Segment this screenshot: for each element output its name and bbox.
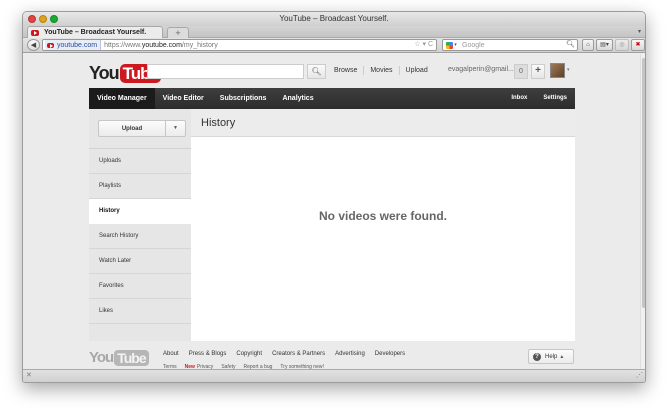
header-nav: Browse Movies Upload bbox=[334, 66, 428, 75]
youtube-favicon-icon bbox=[47, 42, 54, 48]
tab-video-manager[interactable]: Video Manager bbox=[89, 88, 155, 109]
youtube-search-button[interactable]: 🔍︎ bbox=[307, 64, 326, 79]
new-tab-button[interactable]: + bbox=[167, 27, 189, 38]
history-panel: History No videos were found. bbox=[191, 109, 575, 341]
home-button[interactable]: ⌂ bbox=[582, 39, 594, 51]
google-icon bbox=[446, 41, 454, 49]
tab-settings[interactable]: Settings bbox=[535, 88, 575, 109]
nav-browse-link[interactable]: Browse bbox=[334, 67, 357, 74]
plus-button[interactable]: + bbox=[531, 64, 545, 79]
browser-search-bar[interactable]: ▾ Google 🔍︎ bbox=[442, 39, 578, 51]
user-email[interactable]: evagalperin@gmail... bbox=[448, 66, 514, 73]
search-placeholder: Google bbox=[462, 41, 485, 49]
page-title: History bbox=[191, 109, 575, 137]
browser-window: YouTube – Broadcast Yourself. YouTube – … bbox=[22, 11, 646, 383]
footer-link-creators[interactable]: Creators & Partners bbox=[272, 351, 325, 357]
youtube-favicon-icon bbox=[31, 29, 39, 36]
chevron-down-icon[interactable]: ▼ bbox=[165, 121, 185, 136]
sidebar-item-likes[interactable]: Likes bbox=[89, 299, 191, 324]
notification-count[interactable]: 0 bbox=[514, 64, 528, 79]
title-bar: YouTube – Broadcast Yourself. bbox=[23, 12, 645, 26]
footer-link-copyright[interactable]: Copyright bbox=[236, 351, 262, 357]
footer-links: About Press & Blogs Copyright Creators &… bbox=[163, 351, 415, 357]
tab-label: YouTube – Broadcast Yourself. bbox=[44, 29, 147, 36]
upload-button[interactable]: Upload ▼ bbox=[98, 120, 186, 137]
url-bar[interactable]: youtube.com https://www.youtube.com/my_h… bbox=[42, 39, 437, 51]
tab-strip: YouTube – Broadcast Yourself. + ▾ bbox=[23, 26, 645, 38]
url-text: https://www.youtube.com/my_history bbox=[104, 41, 218, 49]
tab-list-icon[interactable]: ▾ bbox=[638, 28, 641, 35]
footer-link-press[interactable]: Press & Blogs bbox=[189, 351, 227, 357]
empty-state-message: No videos were found. bbox=[318, 209, 447, 223]
help-button[interactable]: ? Help ▲ bbox=[528, 349, 574, 364]
chevron-up-icon: ▲ bbox=[559, 353, 565, 360]
bookmarks-button[interactable]: ▤▾ bbox=[596, 39, 613, 51]
avatar[interactable] bbox=[550, 63, 565, 78]
search-engine-selector[interactable]: ▾ bbox=[443, 40, 460, 50]
youtube-search-input[interactable] bbox=[147, 64, 304, 79]
sidebar-item-history[interactable]: History bbox=[89, 199, 191, 224]
sidebar-item-playlists[interactable]: Playlists bbox=[89, 174, 191, 199]
help-icon: ? bbox=[533, 352, 541, 361]
video-manager-sidebar: Upload ▼ Uploads Playlists History Searc… bbox=[89, 109, 191, 341]
nav-movies-link[interactable]: Movies bbox=[370, 67, 392, 74]
footer: You Tube About Press & Blogs Copyright C… bbox=[23, 341, 640, 371]
tab-inbox[interactable]: Inbox bbox=[503, 88, 535, 109]
sidebar-item-search-history[interactable]: Search History bbox=[89, 224, 191, 249]
site-identity-button[interactable]: youtube.com bbox=[45, 40, 102, 50]
help-label: Help bbox=[545, 353, 558, 360]
scrollbar-thumb[interactable] bbox=[642, 58, 645, 308]
tab-analytics[interactable]: Analytics bbox=[274, 88, 321, 109]
chevron-down-icon[interactable]: ▾ bbox=[567, 67, 570, 73]
sidebar-item-uploads[interactable]: Uploads bbox=[89, 149, 191, 174]
nav-upload-link[interactable]: Upload bbox=[406, 67, 428, 74]
tab-subscriptions[interactable]: Subscriptions bbox=[212, 88, 275, 109]
footer-link-about[interactable]: About bbox=[163, 351, 179, 357]
site-identity-label: youtube.com bbox=[57, 41, 98, 49]
navigation-bar: ◀ youtube.com https://www.youtube.com/my… bbox=[23, 38, 645, 53]
back-button[interactable]: ◀ bbox=[27, 39, 40, 51]
tab-video-editor[interactable]: Video Editor bbox=[155, 88, 212, 109]
tab-youtube[interactable]: YouTube – Broadcast Yourself. bbox=[27, 26, 163, 38]
page-scrollbar[interactable] bbox=[640, 54, 645, 371]
account-nav-bar: Video Manager Video Editor Subscriptions… bbox=[89, 88, 575, 109]
sidebar-item-watch-later[interactable]: Watch Later bbox=[89, 249, 191, 274]
sidebar-item-favorites[interactable]: Favorites bbox=[89, 274, 191, 299]
resize-grip-icon[interactable]: ⋰ bbox=[636, 371, 643, 379]
footer-link-developers[interactable]: Developers bbox=[375, 351, 405, 357]
bookmark-star-icon[interactable]: ☆ ▾ C bbox=[414, 40, 433, 50]
footer-youtube-logo[interactable]: You Tube bbox=[89, 349, 149, 366]
addon-menu-button[interactable]: ✖ bbox=[631, 39, 645, 51]
addon-button[interactable]: ◎ bbox=[615, 39, 629, 51]
upload-button-label: Upload bbox=[121, 125, 143, 132]
page-viewport: You Tube 🔍︎ Browse Movies Upload evagalp… bbox=[23, 54, 645, 371]
window-title: YouTube – Broadcast Yourself. bbox=[279, 14, 389, 23]
close-addon-bar-icon[interactable]: ✕ bbox=[26, 371, 32, 379]
status-bar: ✕ ⋰ bbox=[23, 369, 645, 382]
footer-link-advertising[interactable]: Advertising bbox=[335, 351, 365, 357]
search-icon[interactable]: 🔍︎ bbox=[566, 40, 575, 50]
